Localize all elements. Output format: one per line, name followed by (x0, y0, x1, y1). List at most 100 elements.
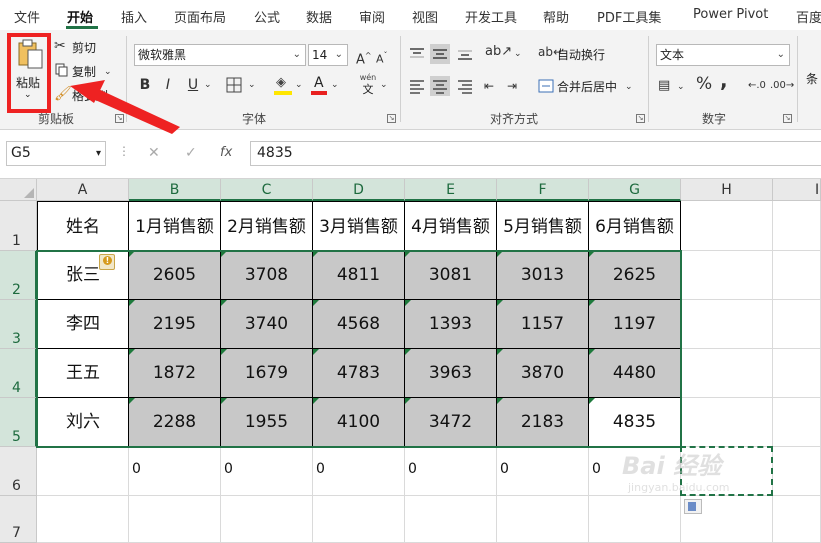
dialog-launcher-icon[interactable]: ↘ (387, 114, 396, 123)
cell-g5[interactable]: 4835 (589, 398, 681, 447)
font-name-combo[interactable]: 微软雅黑 ⌄ (134, 44, 306, 66)
cell-e5[interactable]: 3472 (405, 398, 497, 447)
cell-d6[interactable]: 0 (313, 447, 405, 496)
enter-icon[interactable]: ✓ (185, 145, 197, 161)
cell-g1[interactable]: 6月销售额 (589, 201, 681, 251)
cell-d7[interactable] (313, 496, 405, 543)
italic-button[interactable]: I (162, 77, 174, 93)
font-size-combo[interactable]: 14 ⌄ (308, 44, 348, 66)
cell-c3[interactable]: 3740 (221, 300, 313, 349)
cell-b6[interactable]: 0 (129, 447, 221, 496)
column-header-i[interactable]: I (773, 179, 821, 201)
cell-c4[interactable]: 1679 (221, 349, 313, 398)
grow-font-icon[interactable]: A^ (356, 48, 372, 68)
cell-i1[interactable] (773, 201, 821, 251)
decrease-indent-icon[interactable]: ⇤ (484, 78, 494, 94)
align-top-icon[interactable] (408, 46, 426, 62)
cell-b7[interactable] (129, 496, 221, 543)
wrap-text-button[interactable]: 自动换行 (557, 46, 605, 63)
cell-g7[interactable] (589, 496, 681, 543)
shrink-font-icon[interactable]: Aˇ (376, 48, 388, 68)
underline-button[interactable]: U (186, 77, 200, 93)
cell-d1[interactable]: 3月销售额 (313, 201, 405, 251)
cell-i7[interactable] (773, 496, 821, 543)
cell-a7[interactable] (37, 496, 129, 543)
copy-button[interactable]: 复制 (72, 63, 96, 80)
row-header-4[interactable]: 4 (0, 349, 37, 398)
cut-button[interactable]: 剪切 (72, 39, 96, 56)
column-header-e[interactable]: E (405, 179, 497, 201)
row-header-1[interactable]: 1 (0, 201, 37, 251)
cell-e3[interactable]: 1393 (405, 300, 497, 349)
chevron-down-icon[interactable]: ⌄ (248, 77, 256, 93)
tab-page-layout[interactable]: 页面布局 (174, 7, 226, 26)
cell-e1[interactable]: 4月销售额 (405, 201, 497, 251)
tab-view[interactable]: 视图 (412, 7, 438, 26)
cell-i3[interactable] (773, 300, 821, 349)
cell-i2[interactable] (773, 251, 821, 300)
border-icon[interactable] (226, 77, 242, 93)
cell-a2[interactable]: 张三 (37, 251, 129, 300)
drag-dots-icon[interactable]: ⋮ (118, 144, 130, 158)
cell-i5[interactable] (773, 398, 821, 447)
align-center-icon[interactable] (430, 76, 450, 96)
column-header-g[interactable]: G (589, 179, 681, 201)
tab-developer[interactable]: 开发工具 (465, 7, 517, 26)
cell-b5[interactable]: 2288 (129, 398, 221, 447)
column-header-h[interactable]: H (681, 179, 773, 201)
row-header-3[interactable]: 3 (0, 300, 37, 349)
cell-i4[interactable] (773, 349, 821, 398)
cell-i6[interactable] (773, 447, 821, 496)
tab-insert[interactable]: 插入 (121, 7, 147, 26)
fill-color-icon[interactable]: ◈ (274, 75, 292, 95)
cell-f3[interactable]: 1157 (497, 300, 589, 349)
formula-input[interactable]: 4835 (250, 141, 821, 166)
cell-d3[interactable]: 4568 (313, 300, 405, 349)
tab-power-pivot[interactable]: Power Pivot (693, 7, 768, 22)
tab-formulas[interactable]: 公式 (254, 7, 280, 26)
tab-data[interactable]: 数据 (306, 7, 332, 26)
cell-g4[interactable]: 4480 (589, 349, 681, 398)
dialog-launcher-icon[interactable]: ↘ (115, 114, 124, 123)
conditional-format-button[interactable]: 条 (806, 70, 818, 87)
column-header-b[interactable]: B (129, 179, 221, 201)
cell-h3[interactable] (681, 300, 773, 349)
cell-e6[interactable]: 0 (405, 447, 497, 496)
cell-h2[interactable] (681, 251, 773, 300)
cell-a1[interactable]: 姓名 (37, 201, 129, 251)
cell-c7[interactable] (221, 496, 313, 543)
chevron-down-icon[interactable]: ⌄ (104, 64, 112, 80)
cell-b2[interactable]: 2605 (129, 251, 221, 300)
tab-file[interactable]: 文件 (14, 7, 40, 26)
font-color-button[interactable]: A (311, 75, 327, 95)
align-bottom-icon[interactable] (456, 46, 474, 62)
cell-b4[interactable]: 1872 (129, 349, 221, 398)
tab-help[interactable]: 帮助 (543, 7, 569, 26)
cell-f1[interactable]: 5月销售额 (497, 201, 589, 251)
decrease-decimal-icon[interactable]: .00→ (770, 78, 794, 94)
cell-c1[interactable]: 2月销售额 (221, 201, 313, 251)
percent-button[interactable]: % (696, 76, 712, 93)
cell-b3[interactable]: 2195 (129, 300, 221, 349)
phonetic-guide-button[interactable]: wén 文 (356, 73, 380, 97)
cell-d2[interactable]: 4811 (313, 251, 405, 300)
column-header-f[interactable]: F (497, 179, 589, 201)
number-format-combo[interactable]: 文本 ⌄ (656, 44, 790, 66)
increase-decimal-icon[interactable]: ←.0 (748, 78, 766, 94)
cell-a6[interactable] (37, 447, 129, 496)
chevron-down-icon[interactable]: ⌄ (514, 46, 522, 62)
merge-center-button[interactable]: 合并后居中 (557, 78, 617, 95)
cell-f6[interactable]: 0 (497, 447, 589, 496)
dialog-launcher-icon[interactable]: ↘ (783, 114, 792, 123)
cell-e2[interactable]: 3081 (405, 251, 497, 300)
cell-h6[interactable] (681, 447, 773, 496)
cell-f4[interactable]: 3870 (497, 349, 589, 398)
bold-button[interactable]: B (138, 77, 152, 93)
cell-a3[interactable]: 李四 (37, 300, 129, 349)
tab-home[interactable]: 开始 (67, 7, 93, 26)
column-header-c[interactable]: C (221, 179, 313, 201)
chevron-down-icon[interactable]: ⌄ (380, 77, 388, 93)
warning-icon[interactable]: ! (99, 254, 115, 270)
row-header-2[interactable]: 2 (0, 251, 37, 300)
cell-f7[interactable] (497, 496, 589, 543)
